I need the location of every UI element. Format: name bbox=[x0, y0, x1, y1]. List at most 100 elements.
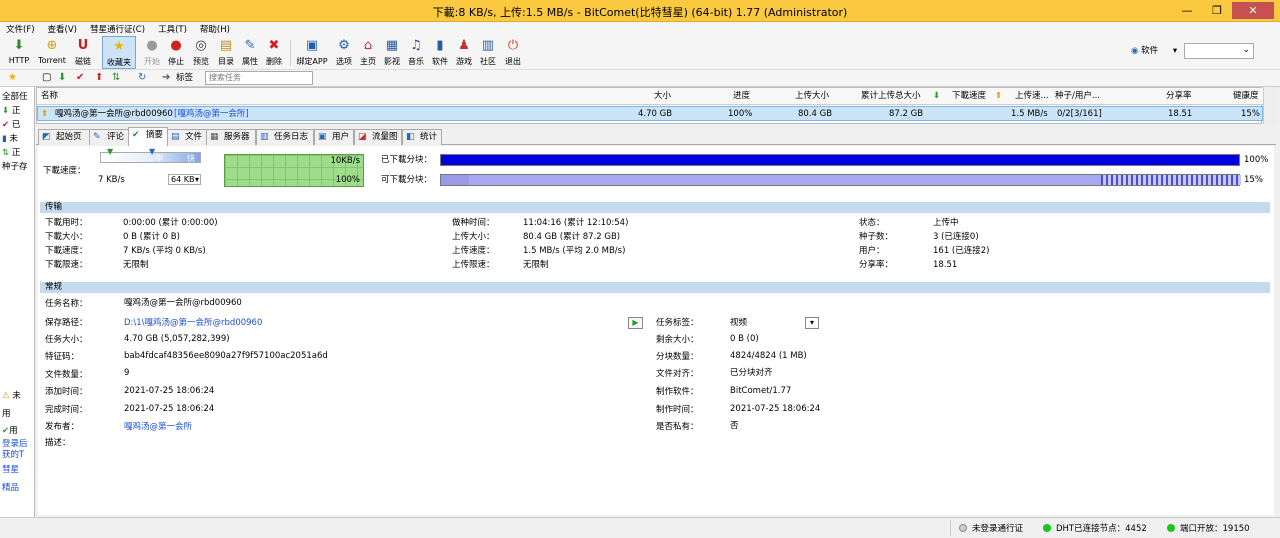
task-uploaded: 80.4 GB bbox=[798, 109, 833, 119]
col-health[interactable]: 健康度 bbox=[1233, 88, 1259, 105]
tab-start-page[interactable]: ◩ 起始页 bbox=[38, 129, 90, 145]
menu-tools[interactable]: 工具(T) bbox=[158, 23, 187, 35]
bind-app-button[interactable]: ▣ 绑定APP bbox=[295, 36, 329, 67]
speed-level-fast: 快 bbox=[187, 154, 195, 163]
tab-comments[interactable]: ✎ 评论 bbox=[89, 129, 129, 145]
col-name[interactable]: 名称 bbox=[41, 88, 58, 105]
sidebar-item-torrents[interactable]: 种子存 bbox=[2, 160, 28, 172]
menu-file[interactable]: 文件(F) bbox=[6, 23, 35, 35]
task-list-scrollbar[interactable] bbox=[1263, 87, 1276, 124]
http-label: HTTP bbox=[8, 56, 30, 65]
task-tag[interactable]: [嘎鸡汤@第一会所] bbox=[174, 108, 249, 121]
menu-view[interactable]: 查看(V) bbox=[48, 23, 77, 35]
properties-button[interactable]: ✎ 属性 bbox=[237, 36, 263, 67]
sidebar-item-all[interactable]: 全部任 bbox=[2, 90, 28, 102]
download-time-label: 下載用时： bbox=[45, 218, 88, 228]
tab-stats[interactable]: ◧ 统计 bbox=[402, 129, 442, 145]
transfer-section-header: 传输 bbox=[40, 202, 1270, 213]
check-icon[interactable]: ✔ bbox=[76, 72, 84, 84]
col-down-speed[interactable]: 下載速度 bbox=[952, 88, 986, 105]
tab-files[interactable]: ▤ 文件 bbox=[167, 129, 207, 145]
exit-button[interactable]: ⏻ 退出 bbox=[500, 36, 526, 67]
games-button[interactable]: ♟ 游戏 bbox=[451, 36, 477, 67]
passport-status[interactable]: 未登录通行证 bbox=[959, 522, 1023, 534]
speed-slider[interactable]: ▼ ▼ 慢 中 快 bbox=[100, 147, 201, 163]
software-dropdown[interactable]: ◉ 软件 ▾ bbox=[1131, 44, 1177, 56]
home-button[interactable]: ⌂ 主页 bbox=[355, 36, 381, 67]
maximize-button[interactable]: ❐ bbox=[1202, 2, 1232, 19]
preview-label: 预览 bbox=[193, 57, 209, 66]
chevron-down-icon[interactable]: ▾ bbox=[805, 317, 819, 329]
tab-summary[interactable]: ✔ 摘要 bbox=[128, 127, 168, 146]
comet-link[interactable]: 彗星 bbox=[2, 463, 19, 475]
featured-link[interactable]: 精品 bbox=[2, 481, 19, 493]
software-button[interactable]: ▮ 软件 bbox=[427, 36, 453, 67]
publisher-link[interactable]: 嘎鸡汤@第一会所 bbox=[124, 422, 192, 433]
download-size-value: 0 B (累计 0 B) bbox=[123, 232, 180, 242]
passport-status-text: 未登录通行证 bbox=[972, 524, 1024, 534]
music-button[interactable]: ♫ 音乐 bbox=[403, 36, 429, 67]
tab-traffic[interactable]: ◪ 流量图 bbox=[354, 129, 402, 145]
torrent-button[interactable]: ⊕ Torrent bbox=[38, 36, 66, 65]
torrent-icon: ⊕ bbox=[46, 38, 58, 53]
col-share-ratio[interactable]: 分享率 bbox=[1166, 88, 1192, 105]
added-time-label: 添加时间： bbox=[45, 387, 88, 397]
play-icon[interactable]: ▶ bbox=[628, 317, 643, 329]
seed-icon[interactable]: ⇅ bbox=[112, 72, 120, 84]
site-select[interactable]: ⌄ bbox=[1184, 43, 1254, 59]
sidebar-item-downloading[interactable]: ⬇ 正 bbox=[2, 104, 20, 116]
favorite-star-icon[interactable]: ★ bbox=[8, 72, 17, 84]
tag-icon[interactable]: ➔ bbox=[162, 72, 170, 84]
download-time-value: 0:00:00 (累计 0:00:00) bbox=[123, 218, 218, 228]
menu-passport[interactable]: 彗星通行证(C) bbox=[90, 23, 145, 35]
sidebar-item-completed[interactable]: ✔ 已 bbox=[2, 118, 20, 130]
upload-limit-value: 无限制 bbox=[523, 260, 549, 270]
sidebar-item-seeding[interactable]: ⇅ 正 bbox=[2, 146, 20, 158]
col-size[interactable]: 大小 bbox=[654, 88, 671, 105]
gain-link[interactable]: 获的T bbox=[2, 448, 24, 460]
options-button[interactable]: ⚙ 选项 bbox=[331, 36, 357, 67]
sidebar-item-incomplete[interactable]: ▮ 未 bbox=[2, 132, 18, 144]
speed-limit-select[interactable]: 64 KB ▾ bbox=[168, 174, 201, 185]
col-progress[interactable]: 进度 bbox=[733, 88, 750, 105]
task-seeds-peers: 0/2[3/161] bbox=[1057, 109, 1102, 119]
upload-icon[interactable]: ⬆ bbox=[95, 72, 103, 84]
close-button[interactable]: ✕ bbox=[1232, 2, 1274, 19]
search-input[interactable]: 搜索任务 bbox=[205, 71, 313, 85]
page-icon[interactable]: ▢ bbox=[42, 72, 51, 84]
video-button[interactable]: ▦ 影视 bbox=[379, 36, 405, 67]
properties-icon: ✎ bbox=[244, 38, 256, 53]
table-row[interactable]: ⬆ 嘎鸡汤@第一会所@rbd00960 [嘎鸡汤@第一会所] 4.70 GB 1… bbox=[37, 106, 1263, 121]
tab-users[interactable]: ▣ 用户 bbox=[314, 129, 354, 145]
seed-time-label: 做种时间： bbox=[452, 218, 495, 228]
video-label: 影视 bbox=[384, 57, 400, 66]
refresh-icon[interactable]: ↻ bbox=[138, 72, 146, 84]
sidebar-label: 正 bbox=[11, 148, 21, 158]
preview-button[interactable]: ◎ 预览 bbox=[188, 36, 214, 67]
col-up-speed[interactable]: 上传速... bbox=[1015, 88, 1049, 105]
sidebar-bottom-item[interactable]: 用 bbox=[2, 407, 11, 419]
file-count-value: 9 bbox=[124, 368, 130, 378]
folder-button[interactable]: ▤ 目录 bbox=[213, 36, 239, 67]
col-seeds-peers[interactable]: 种子/用户... bbox=[1055, 88, 1100, 105]
download-speed-value: 7 KB/s (平均 0 KB/s) bbox=[123, 246, 206, 256]
properties-label: 属性 bbox=[242, 57, 258, 66]
start-button[interactable]: ● 开始 bbox=[139, 36, 165, 67]
tab-servers[interactable]: ▦ 服务器 bbox=[206, 129, 256, 145]
minimize-button[interactable]: — bbox=[1172, 2, 1202, 19]
download-arrow-icon[interactable]: ⬇ bbox=[58, 72, 66, 84]
delete-button[interactable]: ✖ 删除 bbox=[261, 36, 287, 67]
save-path-link[interactable]: D:\1\嘎鸡汤@第一会所@rbd00960 bbox=[124, 318, 262, 329]
http-button[interactable]: ⬇ HTTP bbox=[6, 36, 32, 65]
tag-label[interactable]: 标签 bbox=[176, 72, 193, 84]
col-uploaded[interactable]: 上传大小 bbox=[795, 88, 829, 105]
menu-help[interactable]: 帮助(H) bbox=[200, 23, 230, 35]
created-time-value: 2021-07-25 18:06:24 bbox=[730, 404, 821, 414]
col-total-uploaded[interactable]: 累计上传总大小 bbox=[861, 88, 921, 105]
magnet-button[interactable]: U 磁链 bbox=[70, 36, 96, 67]
favorites-button[interactable]: ★ 收藏夹 bbox=[102, 36, 136, 69]
tab-task-log[interactable]: ▥ 任务日志 bbox=[256, 129, 314, 145]
stop-button[interactable]: ● 停止 bbox=[163, 36, 189, 67]
community-button[interactable]: ▥ 社区 bbox=[475, 36, 501, 67]
description-label: 描述： bbox=[45, 438, 71, 448]
